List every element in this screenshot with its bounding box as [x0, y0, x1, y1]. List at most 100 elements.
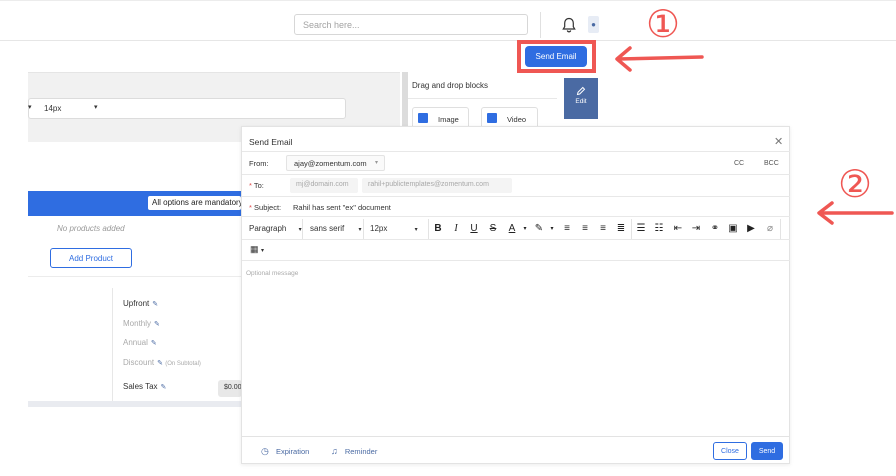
image-icon[interactable]: ▣ — [726, 222, 740, 236]
pencil-icon[interactable]: ✎ — [152, 301, 158, 308]
underline-icon[interactable]: U — [467, 222, 481, 236]
divider — [242, 239, 790, 240]
top-divider — [540, 12, 541, 38]
block-format-select[interactable]: Paragraph ▾ — [249, 219, 302, 239]
block-label: Image — [438, 115, 459, 124]
reminder-label: Reminder — [344, 447, 378, 456]
close-icon[interactable]: ✕ — [774, 135, 783, 148]
to-chip[interactable]: rahil+publictemplates@zomentum.com — [362, 178, 512, 193]
avatar[interactable]: ● — [588, 16, 599, 33]
from-value: ajay@zomentum.com — [294, 159, 367, 168]
divider — [28, 276, 242, 277]
to-chip[interactable]: mj@domain.com — [290, 178, 358, 193]
divider — [242, 216, 790, 217]
edit-tab[interactable]: Edit — [564, 78, 598, 119]
total-annual: Annual ✎ — [123, 338, 157, 347]
highlight-icon[interactable]: ✎ — [532, 222, 546, 236]
pencil-icon[interactable]: ✎ — [161, 384, 167, 391]
top-bar: ● — [0, 0, 896, 41]
font-family-select[interactable]: sans serif ▾ — [310, 219, 361, 239]
total-label: Upfront — [123, 299, 150, 308]
video-icon — [487, 113, 497, 123]
total-discount: Discount ✎ (On Subtotal) — [123, 358, 201, 367]
chevron-down-icon: ▾ — [261, 248, 265, 254]
align-justify-icon[interactable]: ≣ — [614, 222, 628, 236]
align-center-icon[interactable]: ≡ — [578, 222, 592, 236]
font-family-value: sans serif — [310, 224, 345, 233]
modal-title: Send Email — [249, 137, 293, 147]
divider — [242, 151, 790, 152]
close-button[interactable]: Close — [713, 442, 747, 460]
subject-label-text: Subject: — [254, 203, 282, 212]
total-sales-tax: Sales Tax ✎ — [123, 382, 166, 391]
expiration-label: Expiration — [275, 447, 310, 456]
font-size-value: 12px — [370, 224, 388, 233]
options-notice: All options are mandatory — [148, 196, 241, 210]
block-format-value: Paragraph — [249, 224, 287, 233]
font-size-select[interactable]: ▾ 14px ▾ — [28, 98, 346, 119]
total-label: Sales Tax — [123, 382, 158, 391]
chevron-down-icon: ▾ — [374, 160, 378, 166]
to-label: * To: — [249, 181, 264, 190]
blocks-panel-title: Drag and drop blocks — [412, 81, 489, 90]
total-label: Discount — [123, 358, 155, 367]
pencil-icon[interactable]: ✎ — [154, 321, 160, 328]
divider — [408, 98, 557, 99]
search-input[interactable] — [294, 14, 528, 35]
toolbar-separator — [780, 219, 781, 239]
subject-input[interactable]: Rahil has sent "ex" document — [293, 203, 391, 212]
send-email-modal — [241, 126, 790, 464]
arrow-left-icon — [817, 201, 894, 225]
strikethrough-icon[interactable]: S — [486, 222, 500, 236]
chevron-down-icon: ▾ — [358, 227, 362, 233]
indent-icon[interactable]: ⇥ — [689, 222, 703, 236]
chevron-down-icon[interactable]: ▾ — [545, 222, 559, 236]
discount-note: (On Subtotal) — [165, 361, 201, 367]
toolbar-separator — [428, 219, 429, 239]
cc-button[interactable]: CC — [734, 160, 744, 167]
pencil-icon[interactable]: ✎ — [151, 340, 157, 347]
send-email-button[interactable]: Send Email — [525, 46, 587, 67]
image-icon — [418, 113, 428, 123]
divider — [242, 174, 790, 175]
attachment-icon[interactable]: ⌀ — [763, 222, 777, 236]
clock-icon: ◷ — [261, 446, 269, 456]
add-product-button[interactable]: Add Product — [50, 248, 132, 268]
step-1-marker: ① — [646, 2, 681, 46]
italic-icon[interactable]: I — [449, 222, 463, 236]
align-left-icon[interactable]: ≡ — [560, 222, 574, 236]
align-right-icon[interactable]: ≡ — [596, 222, 610, 236]
total-monthly: Monthly ✎ — [123, 319, 160, 328]
chevron-down-icon[interactable]: ▾ — [518, 222, 532, 236]
font-size-value: 14px — [44, 104, 62, 113]
bold-icon[interactable]: B — [431, 222, 445, 236]
expiration-button[interactable]: ◷ Expiration — [261, 446, 309, 457]
bell-icon[interactable] — [562, 17, 576, 33]
outdent-icon[interactable]: ⇤ — [671, 222, 685, 236]
total-label: Annual — [123, 338, 148, 347]
link-icon[interactable]: ⚭ — [708, 222, 722, 236]
send-button[interactable]: Send — [751, 442, 783, 460]
media-icon[interactable]: ▶ — [744, 222, 758, 236]
divider — [242, 436, 790, 437]
numbered-list-icon[interactable]: ☷ — [652, 222, 666, 236]
reminder-button[interactable]: ♫ Reminder — [331, 446, 377, 456]
rich-text-toolbar: Paragraph ▾ sans serif ▾ 12px ▾ B I U S … — [242, 219, 790, 239]
chevron-down-icon: ▾ — [414, 227, 418, 233]
chevron-down-icon: ▾ — [94, 104, 98, 111]
from-select[interactable]: ajay@zomentum.com ▾ — [286, 155, 385, 171]
total-label: Monthly — [123, 319, 152, 328]
pencil-icon — [576, 86, 586, 96]
to-label-text: To: — [253, 181, 264, 190]
toolbar-separator — [363, 219, 364, 239]
message-editor[interactable]: Optional message — [246, 270, 298, 277]
bcc-button[interactable]: BCC — [764, 160, 779, 167]
text-color-icon[interactable]: A — [505, 222, 519, 236]
bullet-list-icon[interactable]: ☰ — [634, 222, 648, 236]
font-size-select[interactable]: 12px ▾ — [370, 219, 418, 239]
pencil-icon[interactable]: ✎ — [157, 360, 163, 367]
from-label: From: — [249, 159, 269, 168]
table-icon[interactable]: ▦ ▾ — [250, 244, 264, 255]
step-2-marker: ② — [838, 162, 873, 206]
scroll-area-bottom — [28, 401, 242, 407]
